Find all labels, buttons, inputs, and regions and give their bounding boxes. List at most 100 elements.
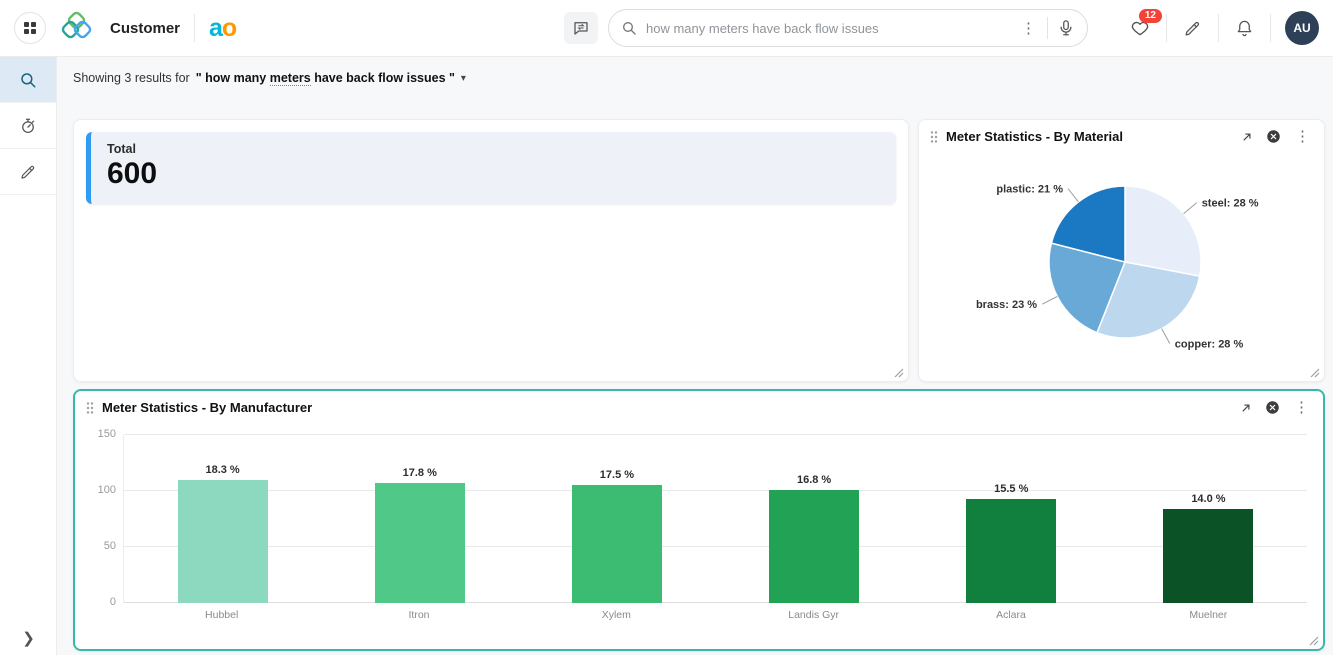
bell-icon <box>1235 19 1254 38</box>
bar-chart-categories: HubbelItronXylemLandis GyrAclaraMuelner <box>123 609 1307 621</box>
resize-icon <box>1309 636 1319 646</box>
more-options-icon[interactable]: ⋮ <box>1293 129 1312 144</box>
category-label: Aclara <box>912 609 1109 621</box>
sidebar: ❯ <box>0 57 57 655</box>
total-panel: Total 600 <box>86 132 896 204</box>
bar-slot: 14.0 % <box>1110 435 1307 603</box>
header-center: ⋮ <box>236 9 1088 47</box>
total-value: 600 <box>107 157 880 191</box>
results-query-term: meters <box>270 71 311 86</box>
y-axis-tick-50: 50 <box>88 540 116 552</box>
category-label: Landis Gyr <box>715 609 912 621</box>
card-header: Meter Statistics - By Material ⋮ <box>919 120 1324 148</box>
annotate-button[interactable] <box>1167 19 1218 38</box>
ao-logo-a: a <box>209 14 222 42</box>
query-history-button[interactable] <box>564 12 598 44</box>
bar-chart-plot: 050100150 18.3 %17.8 %17.5 %16.8 %15.5 %… <box>123 435 1307 603</box>
favorites-button[interactable]: 12 <box>1114 18 1166 38</box>
sidebar-item-timer[interactable] <box>0 103 56 149</box>
bar-value-label: 14.0 % <box>1191 493 1225 505</box>
resize-handle[interactable] <box>1309 636 1319 646</box>
resize-icon <box>1310 368 1320 378</box>
stopwatch-icon <box>19 117 37 135</box>
drag-handle-icon[interactable] <box>929 130 939 144</box>
search-divider <box>1047 17 1048 39</box>
sidebar-item-search[interactable] <box>0 57 56 103</box>
card-actions: ⋮ <box>1240 129 1312 144</box>
bar-hubbel[interactable] <box>178 480 268 603</box>
y-axis-tick-150: 150 <box>88 428 116 440</box>
grip-icon <box>929 130 939 144</box>
search-icon <box>621 20 637 36</box>
total-card: Total 600 <box>73 119 909 382</box>
brand-logo-icon <box>60 10 96 46</box>
pie-callout-line <box>1068 189 1078 202</box>
header-divider <box>194 14 195 42</box>
category-label: Muelner <box>1110 609 1307 621</box>
results-prefix: Showing 3 results for <box>73 71 190 85</box>
sidebar-expand-button[interactable]: ❯ <box>0 629 57 647</box>
search-input[interactable] <box>646 21 1010 36</box>
bar-value-label: 18.3 % <box>205 464 239 476</box>
pen-icon <box>1183 19 1202 38</box>
app-root: Customer ao ⋮ <box>0 0 1333 655</box>
pie-callout-line <box>1042 297 1057 305</box>
bar-value-label: 17.5 % <box>600 469 634 481</box>
pie-callout-line <box>1162 329 1170 344</box>
pie-label-copper: copper: 28 % <box>1175 339 1244 351</box>
search-icon <box>19 71 37 89</box>
category-label: Itron <box>320 609 517 621</box>
results-query-open: " how many <box>196 71 270 85</box>
expand-icon[interactable] <box>1240 130 1254 144</box>
pie-callout-line <box>1184 203 1197 214</box>
card-title: Meter Statistics - By Manufacturer <box>102 400 1239 415</box>
main-content: Showing 3 results for " how many meters … <box>57 57 1333 655</box>
pie-label-plastic: plastic: 21 % <box>996 184 1063 196</box>
pie-slice-steel[interactable] <box>1125 186 1201 276</box>
bar-value-label: 15.5 % <box>994 483 1028 495</box>
bar-landis-gyr[interactable] <box>769 490 859 603</box>
app-launcher-button[interactable] <box>14 12 46 44</box>
remove-icon[interactable] <box>1266 129 1281 144</box>
bar-aclara[interactable] <box>966 499 1056 603</box>
pie-label-steel: steel: 28 % <box>1202 198 1259 210</box>
bar-itron[interactable] <box>375 483 465 603</box>
results-dropdown-icon[interactable]: ▾ <box>461 73 466 84</box>
notifications-button[interactable] <box>1219 19 1270 38</box>
top-bar: Customer ao ⋮ <box>0 0 1333 57</box>
category-label: Hubbel <box>123 609 320 621</box>
total-label: Total <box>107 142 880 156</box>
pie-chart-card: Meter Statistics - By Material ⋮ steel: … <box>918 119 1325 382</box>
search-options-icon[interactable]: ⋮ <box>1019 21 1038 36</box>
sidebar-item-annotate[interactable] <box>0 149 56 195</box>
avatar[interactable]: AU <box>1285 11 1319 45</box>
bar-slot: 16.8 % <box>716 435 913 603</box>
remove-icon[interactable] <box>1265 400 1280 415</box>
bar-value-label: 17.8 % <box>403 467 437 479</box>
card-header: Meter Statistics - By Manufacturer ⋮ <box>75 391 1323 419</box>
bar-xylem[interactable] <box>572 485 662 603</box>
category-label: Xylem <box>518 609 715 621</box>
drag-handle-icon[interactable] <box>85 401 95 415</box>
app-launcher-icon <box>23 21 37 35</box>
header-left: Customer ao <box>14 10 236 46</box>
bar-value-label: 16.8 % <box>797 474 831 486</box>
results-query: " how many meters have back flow issues … <box>196 71 455 85</box>
grip-icon <box>85 401 95 415</box>
pie-chart-svg: steel: 28 %copper: 28 %brass: 23 %plasti… <box>929 148 1314 364</box>
results-bar: Showing 3 results for " how many meters … <box>73 71 466 85</box>
bar-muelner[interactable] <box>1163 509 1253 603</box>
microphone-icon[interactable] <box>1057 19 1075 37</box>
results-query-tail: have back flow issues " <box>311 71 455 85</box>
more-options-icon[interactable]: ⋮ <box>1292 400 1311 415</box>
pen-icon <box>19 163 37 181</box>
resize-handle[interactable] <box>1310 368 1320 378</box>
bar-slot: 17.8 % <box>321 435 518 603</box>
card-actions: ⋮ <box>1239 400 1311 415</box>
resize-handle[interactable] <box>894 368 904 378</box>
expand-icon[interactable] <box>1239 401 1253 415</box>
search-bar: ⋮ <box>608 9 1088 47</box>
card-title: Meter Statistics - By Material <box>946 129 1240 144</box>
query-history-icon <box>572 19 590 37</box>
favorites-count-badge: 12 <box>1139 9 1162 23</box>
